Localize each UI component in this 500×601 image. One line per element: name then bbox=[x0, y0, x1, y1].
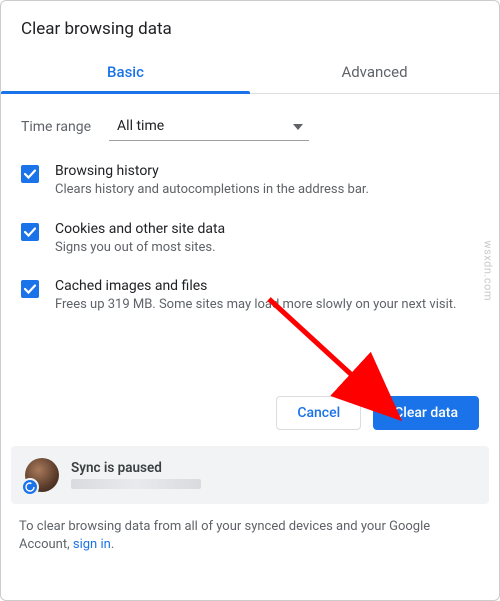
dialog-title: Clear browsing data bbox=[1, 1, 499, 53]
option-title: Cached images and files bbox=[55, 278, 456, 294]
option-title: Browsing history bbox=[55, 163, 369, 179]
chevron-down-icon bbox=[293, 118, 303, 134]
watermark: wsxdn.com bbox=[482, 240, 495, 301]
time-range-row: Time range All time bbox=[1, 94, 499, 145]
sync-paused-icon bbox=[21, 478, 39, 496]
footer-note: To clear browsing data from all of your … bbox=[1, 504, 499, 574]
cancel-button[interactable]: Cancel bbox=[276, 396, 361, 430]
time-range-value: All time bbox=[117, 118, 164, 134]
tabs: Basic Advanced bbox=[1, 53, 499, 94]
checkbox-browsing-history[interactable] bbox=[21, 165, 39, 183]
option-title: Cookies and other site data bbox=[55, 221, 225, 237]
time-range-label: Time range bbox=[21, 119, 91, 135]
checkbox-cached[interactable] bbox=[21, 280, 39, 298]
sync-status-text: Sync is paused bbox=[71, 460, 201, 476]
tab-basic[interactable]: Basic bbox=[1, 53, 250, 93]
sync-status-box: Sync is paused bbox=[11, 446, 489, 504]
tab-advanced[interactable]: Advanced bbox=[250, 53, 499, 93]
avatar bbox=[25, 458, 59, 492]
option-cached: Cached images and files Frees up 319 MB.… bbox=[21, 278, 479, 314]
footer-suffix: . bbox=[111, 537, 114, 552]
dialog-actions: Cancel Clear data bbox=[1, 336, 499, 446]
option-desc: Signs you out of most sites. bbox=[55, 239, 225, 257]
option-desc: Frees up 319 MB. Some sites may load mor… bbox=[55, 296, 456, 314]
option-desc: Clears history and autocompletions in th… bbox=[55, 181, 369, 199]
sign-in-link[interactable]: sign in bbox=[73, 537, 111, 552]
sync-account-placeholder bbox=[71, 479, 201, 489]
clear-data-button[interactable]: Clear data bbox=[373, 396, 479, 430]
option-cookies: Cookies and other site data Signs you ou… bbox=[21, 221, 479, 257]
option-browsing-history: Browsing history Clears history and auto… bbox=[21, 163, 479, 199]
checkbox-cookies[interactable] bbox=[21, 223, 39, 241]
time-range-select[interactable]: All time bbox=[109, 112, 309, 141]
options-list: Browsing history Clears history and auto… bbox=[1, 145, 499, 314]
